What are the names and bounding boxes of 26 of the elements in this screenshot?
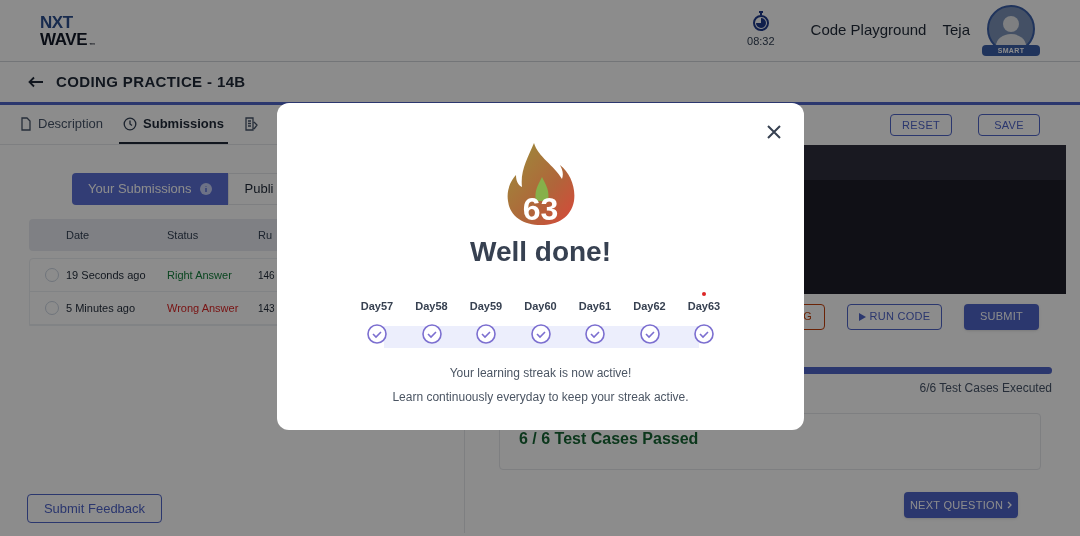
- table-cell-text: 146: [258, 268, 275, 283]
- day-label: Day58: [415, 299, 448, 314]
- day-label: Day60: [524, 299, 557, 314]
- logo-bottom: WAVE: [40, 30, 88, 48]
- column-header: Ru: [258, 227, 273, 243]
- column-header: Date: [65, 227, 91, 243]
- logo-top: NXT: [40, 13, 74, 31]
- page-title: CODING PRACTICE - 14B: [56, 71, 246, 92]
- table-cell-text: Wrong Answer: [167, 300, 240, 316]
- day-label: Day57: [360, 299, 394, 314]
- day-label: Day63: [687, 299, 721, 314]
- day-label: Day61: [578, 299, 612, 314]
- day-label: Day62: [633, 299, 666, 314]
- dialog-title: Well done!: [469, 235, 611, 269]
- column-header: Status: [167, 227, 200, 243]
- table-cell-text: Right Answer: [167, 267, 233, 283]
- table-cell-text: 143: [258, 301, 275, 316]
- streak-message: Learn continuously everyday to keep your streak active.: [392, 388, 689, 406]
- streak-count: 63: [521, 193, 560, 225]
- day-label: Day59: [469, 299, 503, 314]
- timer-text: 08:32: [747, 34, 775, 50]
- result-text: 6 / 6 Test Cases Passed: [519, 429, 699, 449]
- table-cell-text: 19 Seconds ago: [66, 267, 147, 283]
- streak-message: Your learning streak is now active!: [449, 364, 632, 382]
- executed-count: 6/6 Test Cases Executed: [919, 380, 1052, 397]
- table-cell-text: 5 Minutes ago: [66, 300, 137, 316]
